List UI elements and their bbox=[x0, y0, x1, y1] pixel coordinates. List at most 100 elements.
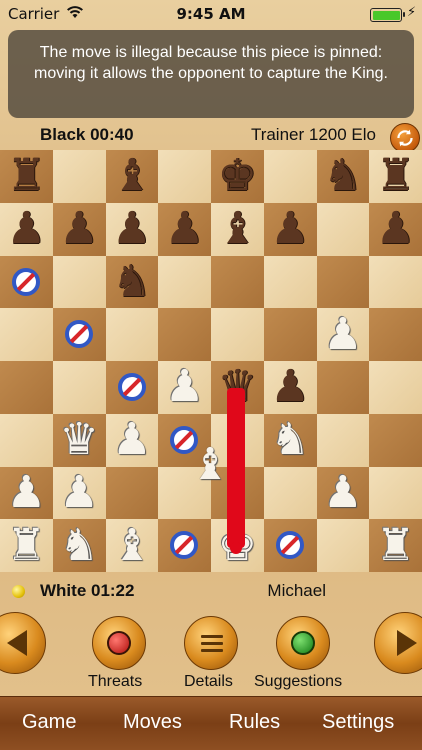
black-pawn-a7[interactable]: ♟ bbox=[0, 203, 53, 256]
square-a3[interactable] bbox=[0, 413, 53, 467]
square-g6[interactable] bbox=[316, 255, 370, 309]
square-f3[interactable]: ♞ bbox=[263, 413, 317, 467]
suggestions-button[interactable] bbox=[276, 616, 330, 670]
details-button[interactable] bbox=[184, 616, 238, 670]
square-e8[interactable]: ♚ bbox=[211, 150, 264, 203]
white-queen-b3[interactable]: ♛ bbox=[53, 414, 106, 467]
square-b7[interactable]: ♟ bbox=[52, 202, 106, 256]
square-c3[interactable]: ♟ bbox=[105, 413, 159, 467]
dragged-white-bishop[interactable]: ♝ bbox=[184, 438, 236, 490]
square-b1[interactable]: ♞ bbox=[52, 519, 106, 572]
white-pawn-c3[interactable]: ♟ bbox=[106, 414, 159, 467]
black-rook-h8[interactable]: ♜ bbox=[369, 150, 422, 203]
white-player-clock: White 01:22 bbox=[40, 581, 135, 600]
square-e5[interactable] bbox=[211, 308, 264, 361]
square-d8[interactable] bbox=[158, 150, 211, 203]
square-d7[interactable]: ♟ bbox=[158, 202, 211, 256]
menu-moves[interactable]: Moves bbox=[123, 711, 182, 734]
square-g5[interactable]: ♟ bbox=[316, 308, 370, 361]
square-c6[interactable]: ♞ bbox=[105, 255, 159, 309]
black-pawn-f7[interactable]: ♟ bbox=[264, 203, 317, 256]
square-f7[interactable]: ♟ bbox=[263, 202, 317, 256]
square-b4[interactable] bbox=[52, 361, 106, 414]
square-h3[interactable] bbox=[369, 413, 422, 467]
square-h6[interactable] bbox=[369, 255, 422, 309]
square-a5[interactable] bbox=[0, 308, 53, 361]
square-a7[interactable]: ♟ bbox=[0, 202, 53, 256]
square-h8[interactable]: ♜ bbox=[369, 150, 422, 203]
square-b2[interactable]: ♟ bbox=[52, 466, 106, 520]
square-e7[interactable]: ♝ bbox=[211, 202, 264, 256]
square-g7[interactable] bbox=[316, 202, 370, 256]
white-rook-h1[interactable]: ♜ bbox=[369, 519, 422, 572]
square-a1[interactable]: ♜ bbox=[0, 519, 53, 572]
menu-game[interactable]: Game bbox=[22, 711, 76, 734]
white-pawn-a2[interactable]: ♟ bbox=[0, 467, 53, 520]
square-g2[interactable]: ♟ bbox=[316, 466, 370, 520]
square-f2[interactable] bbox=[263, 466, 317, 520]
square-g1[interactable] bbox=[316, 519, 370, 572]
square-c2[interactable] bbox=[105, 466, 159, 520]
square-b6[interactable] bbox=[52, 255, 106, 309]
square-h7[interactable]: ♟ bbox=[369, 202, 422, 256]
black-pawn-d7[interactable]: ♟ bbox=[158, 203, 211, 256]
chess-board[interactable]: ♜♝♚♞♜♟♟♟♟♝♟♟♞♟♟♛♟♛♟♞♟♟♟♜♞♝♚♜ bbox=[0, 150, 422, 572]
square-a4[interactable] bbox=[0, 361, 53, 414]
rotate-board-icon[interactable] bbox=[390, 123, 420, 153]
black-bishop-e7[interactable]: ♝ bbox=[211, 203, 264, 256]
black-pawn-c7[interactable]: ♟ bbox=[106, 203, 159, 256]
white-bishop-c1[interactable]: ♝ bbox=[106, 519, 159, 572]
square-f4[interactable]: ♟ bbox=[263, 361, 317, 414]
square-h4[interactable] bbox=[369, 361, 422, 414]
green-light-icon bbox=[291, 631, 315, 655]
white-pawn-d4[interactable]: ♟ bbox=[158, 361, 211, 414]
white-pawn-g5[interactable]: ♟ bbox=[317, 308, 370, 361]
black-king-e8[interactable]: ♚ bbox=[211, 150, 264, 203]
square-c1[interactable]: ♝ bbox=[105, 519, 159, 572]
square-a2[interactable]: ♟ bbox=[0, 466, 53, 520]
white-knight-f3[interactable]: ♞ bbox=[264, 414, 317, 467]
square-c8[interactable]: ♝ bbox=[105, 150, 159, 203]
square-h2[interactable] bbox=[369, 466, 422, 520]
square-h5[interactable] bbox=[369, 308, 422, 361]
next-move-button[interactable] bbox=[374, 612, 422, 674]
square-f8[interactable] bbox=[263, 150, 317, 203]
black-pawn-f4[interactable]: ♟ bbox=[264, 361, 317, 414]
square-c5[interactable] bbox=[105, 308, 159, 361]
square-b3[interactable]: ♛ bbox=[52, 413, 106, 467]
square-c4[interactable] bbox=[105, 361, 159, 414]
white-pawn-b2[interactable]: ♟ bbox=[53, 467, 106, 520]
black-knight-g8[interactable]: ♞ bbox=[317, 150, 370, 203]
previous-move-button[interactable] bbox=[0, 612, 46, 674]
square-b8[interactable] bbox=[52, 150, 106, 203]
black-rook-a8[interactable]: ♜ bbox=[0, 150, 53, 203]
square-c7[interactable]: ♟ bbox=[105, 202, 159, 256]
white-pawn-g2[interactable]: ♟ bbox=[317, 467, 370, 520]
square-h1[interactable]: ♜ bbox=[369, 519, 422, 572]
square-g4[interactable] bbox=[316, 361, 370, 414]
square-f5[interactable] bbox=[263, 308, 317, 361]
clock: 9:45 AM bbox=[176, 5, 246, 23]
square-g3[interactable] bbox=[316, 413, 370, 467]
previous-move-icon bbox=[7, 630, 27, 656]
square-d5[interactable] bbox=[158, 308, 211, 361]
black-bishop-c8[interactable]: ♝ bbox=[106, 150, 159, 203]
white-rook-a1[interactable]: ♜ bbox=[0, 519, 53, 572]
black-knight-c6[interactable]: ♞ bbox=[106, 256, 159, 309]
square-d4[interactable]: ♟ bbox=[158, 361, 211, 414]
square-f6[interactable] bbox=[263, 255, 317, 309]
square-e6[interactable] bbox=[211, 255, 264, 309]
square-b5[interactable] bbox=[52, 308, 106, 361]
white-knight-b1[interactable]: ♞ bbox=[53, 519, 106, 572]
menu-rules[interactable]: Rules bbox=[229, 711, 280, 734]
black-pawn-h7[interactable]: ♟ bbox=[369, 203, 422, 256]
square-d6[interactable] bbox=[158, 255, 211, 309]
black-pawn-b7[interactable]: ♟ bbox=[53, 203, 106, 256]
square-a6[interactable] bbox=[0, 255, 53, 309]
square-f1[interactable] bbox=[263, 519, 317, 572]
square-d1[interactable] bbox=[158, 519, 211, 572]
threats-button[interactable] bbox=[92, 616, 146, 670]
menu-settings[interactable]: Settings bbox=[322, 711, 394, 734]
square-a8[interactable]: ♜ bbox=[0, 150, 53, 203]
square-g8[interactable]: ♞ bbox=[316, 150, 370, 203]
